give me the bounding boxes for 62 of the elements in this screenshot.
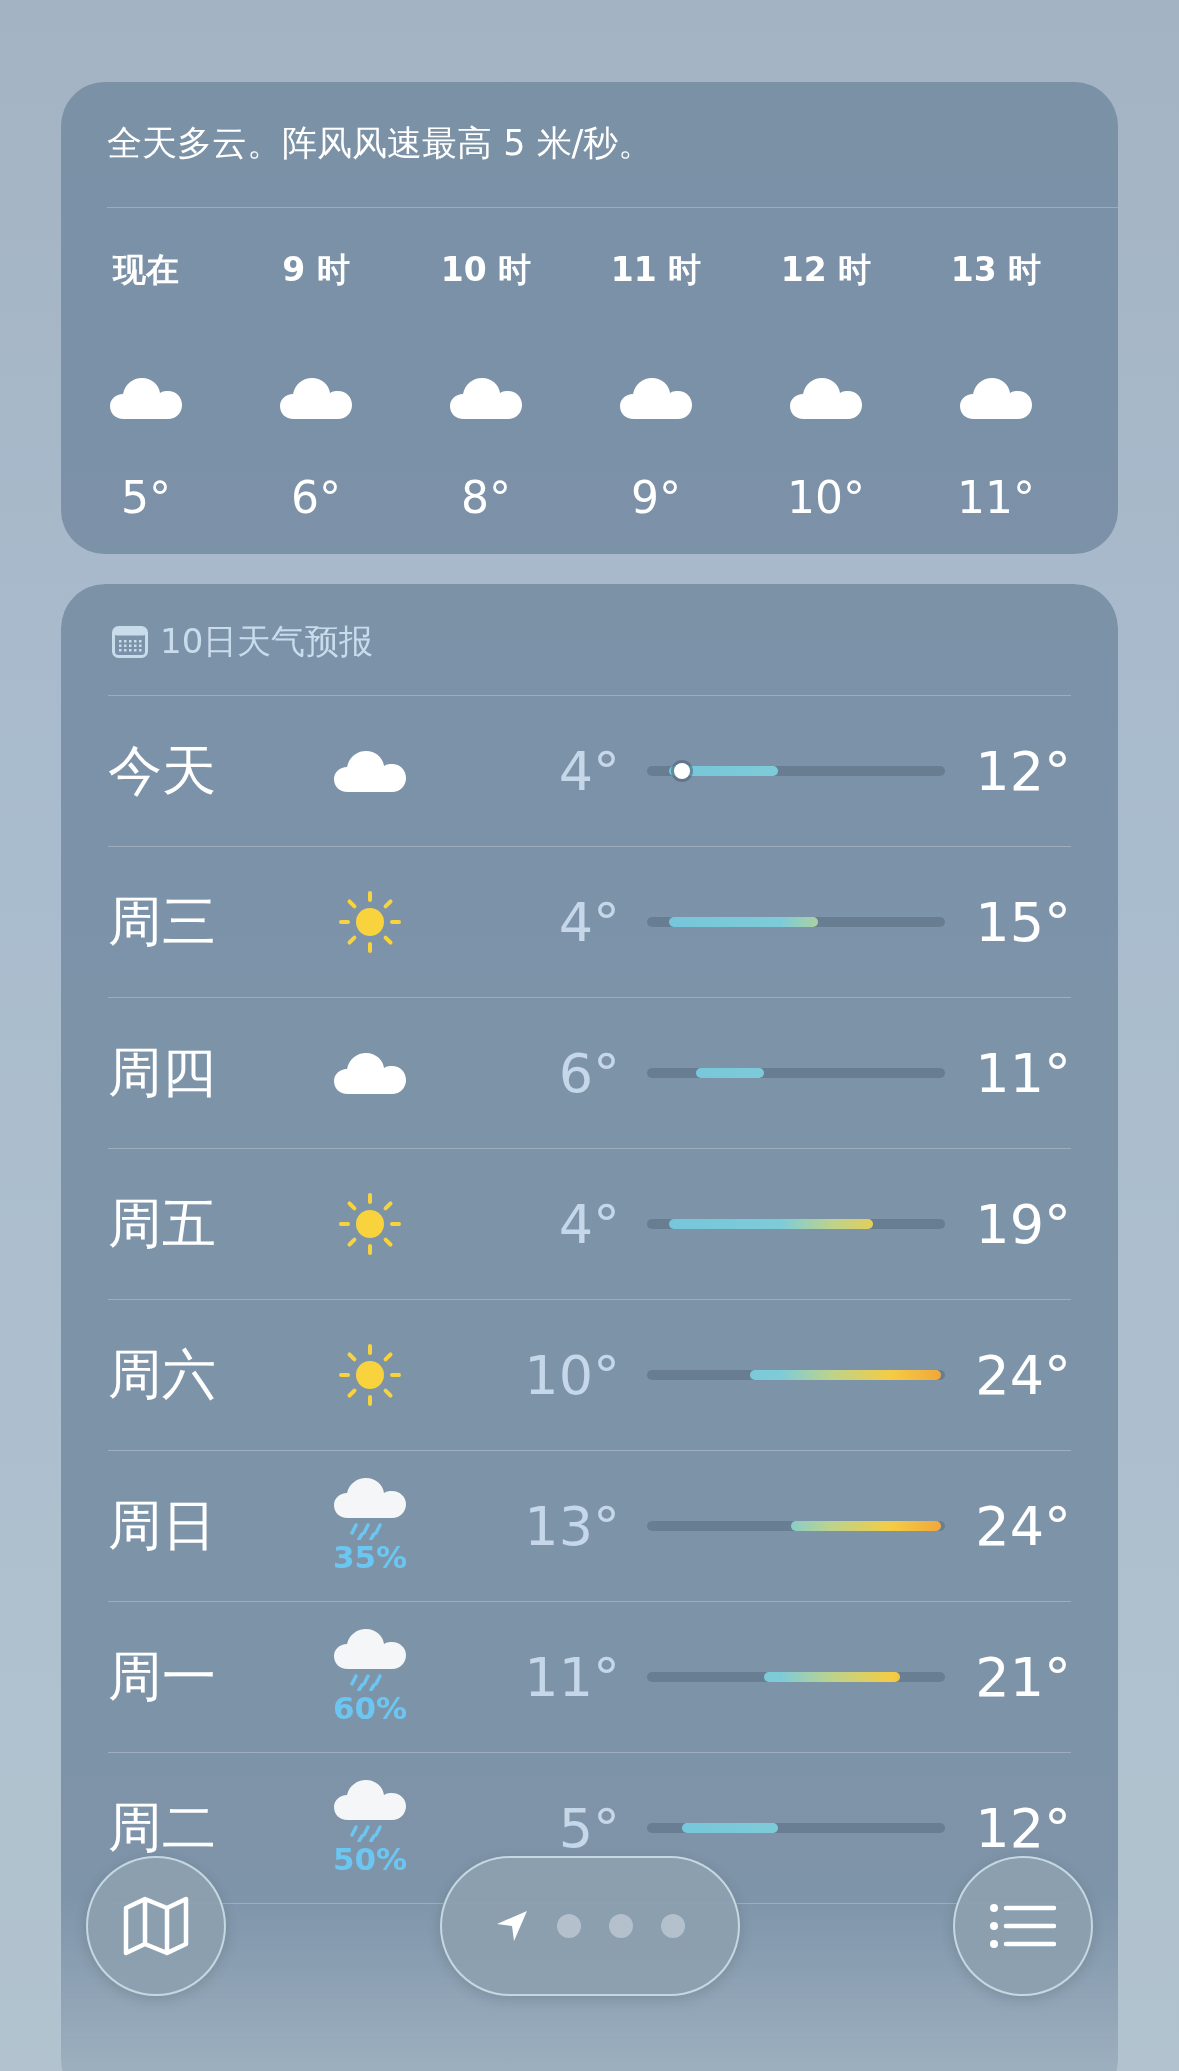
rain-cloud-icon: [334, 1780, 406, 1842]
sun-icon: [338, 1343, 402, 1407]
low-temperature: 11°: [524, 1645, 621, 1709]
cloud-icon: [280, 376, 352, 420]
high-temperature: 15°: [975, 890, 1071, 954]
hour-temperature: 8°: [461, 471, 511, 525]
low-temperature: 10°: [524, 1343, 621, 1407]
hour-temperature: 11°: [957, 471, 1035, 525]
hour-label: 9 时: [282, 249, 350, 291]
cloud-icon: [110, 376, 182, 420]
precipitation-chance: 60%: [332, 1691, 408, 1725]
sun-icon: [338, 1192, 402, 1256]
high-temperature: 21°: [975, 1645, 1071, 1709]
forecast-title: 10日天气预报: [160, 619, 374, 663]
precipitation-chance: 35%: [332, 1540, 408, 1574]
low-temperature: 4°: [558, 890, 621, 954]
high-temperature: 12°: [975, 739, 1071, 803]
day-label: 周六: [108, 1341, 216, 1408]
page-dot[interactable]: [556, 1914, 581, 1938]
sun-icon: [338, 890, 402, 954]
day-label: 周一: [108, 1643, 216, 1710]
low-temperature: 13°: [524, 1494, 621, 1558]
day-label: 周五: [108, 1190, 216, 1257]
cloud-icon: [450, 376, 522, 420]
hour-temperature: 5°: [121, 471, 171, 525]
precipitation-chance: 50%: [332, 1842, 408, 1876]
hour-label: 11 时: [610, 249, 702, 291]
low-temperature: 5°: [558, 1796, 621, 1860]
cloud-icon: [334, 1051, 406, 1095]
hour-label: 10 时: [440, 249, 532, 291]
rain-cloud-icon: [334, 1478, 406, 1540]
rain-cloud-icon: [334, 1629, 406, 1691]
day-label: 周日: [108, 1492, 216, 1559]
day-label: 周二: [108, 1794, 216, 1861]
high-temperature: 11°: [975, 1041, 1071, 1105]
calendar-icon: [112, 625, 148, 658]
day-label: 今天: [108, 737, 216, 804]
hour-temperature: 6°: [291, 471, 341, 525]
list-icon: [990, 1904, 1056, 1948]
page-dot[interactable]: [608, 1914, 633, 1938]
weather-summary: 全天多云。阵风风速最高 5 米/秒。: [107, 82, 1118, 208]
high-temperature: 24°: [975, 1494, 1071, 1558]
hour-temperature: 10°: [787, 471, 865, 525]
low-temperature: 6°: [558, 1041, 621, 1105]
cloud-icon: [620, 376, 692, 420]
map-icon: [123, 1896, 189, 1956]
high-temperature: 19°: [975, 1192, 1071, 1256]
cloud-icon: [960, 376, 1032, 420]
low-temperature: 4°: [558, 1192, 621, 1256]
temperature-range-bar: [696, 1068, 764, 1078]
hour-label: 13 时: [950, 249, 1042, 291]
high-temperature: 12°: [975, 1796, 1071, 1860]
hour-label: 现在: [113, 249, 179, 291]
day-label: 周三: [108, 888, 216, 955]
day-label: 周四: [108, 1039, 216, 1106]
high-temperature: 24°: [975, 1343, 1071, 1407]
cloud-icon: [334, 749, 406, 793]
page-dot[interactable]: [660, 1914, 685, 1938]
hour-temperature: 9°: [631, 471, 681, 525]
cloud-icon: [790, 376, 862, 420]
low-temperature: 4°: [558, 739, 621, 803]
hour-label: 12 时: [780, 249, 872, 291]
